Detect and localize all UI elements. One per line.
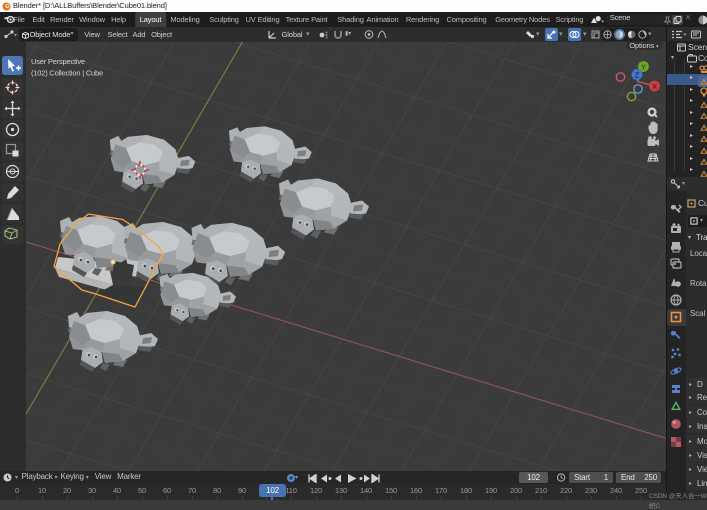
svg-text:(102) Collection | Cube: (102) Collection | Cube: [31, 69, 103, 78]
svg-text:Z: Z: [635, 71, 640, 80]
svg-text:Y: Y: [641, 63, 646, 72]
svg-text:X: X: [652, 82, 657, 91]
svg-text:User Perspective: User Perspective: [31, 57, 85, 66]
